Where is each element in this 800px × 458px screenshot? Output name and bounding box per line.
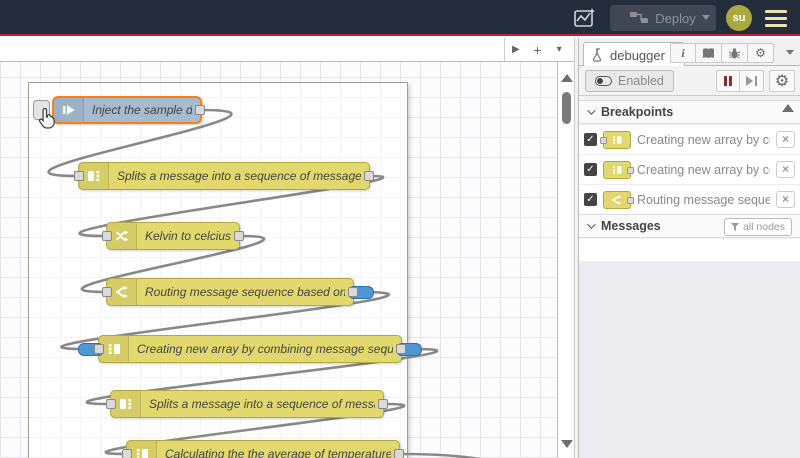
sidebar-menu-caret-icon[interactable] [786,50,794,55]
output-port [627,196,634,204]
node-split-1[interactable]: Splits a message into a sequence of mess… [74,162,374,190]
breakpoint-label: Creating new array by combinin [637,132,770,147]
breakpoint-row[interactable]: ✓ Creating new array by combinin × [579,125,800,155]
input-port [600,136,607,144]
switch-node-icon [603,190,634,209]
sidebar-background [579,261,800,458]
node-label: Splits a message into a sequence of mess… [117,169,361,183]
funnel-icon [730,223,739,231]
debugger-settings-icon[interactable]: ⚙ [769,70,795,92]
chevron-down-icon [587,106,596,115]
node-label: Creating new array by combining message … [137,342,393,356]
breakpoints-section-header[interactable]: Breakpoints [579,100,800,124]
node-label: Kelvin to celcius [145,229,231,243]
sidebar-tab-bar: debugger i ⚙ [579,38,800,67]
breakpoint-checkbox[interactable]: ✓ [584,163,597,176]
output-port[interactable] [195,105,205,115]
join-node-icon [600,130,631,149]
node-change[interactable]: Kelvin to celcius [102,222,244,250]
debugger-enabled-toggle[interactable]: Enabled [585,70,674,92]
debugger-toolbar: Enabled ⚙ [579,66,800,96]
flask-icon [592,48,602,62]
breakpoint-row[interactable]: ✓ Creating new array by combinin × [579,155,800,185]
deploy-nodes-icon [630,12,649,23]
remove-breakpoint-button[interactable]: × [776,131,795,148]
breakpoints-title: Breakpoints [601,105,674,119]
node-label: Calculating the the average of temperatu… [165,447,391,458]
info-icon[interactable]: i [670,43,696,63]
scrollbar-thumb[interactable] [562,92,571,124]
settings-gear-icon[interactable]: ⚙ [748,43,774,63]
messages-title: Messages [601,219,661,233]
breakpoint-checkbox[interactable]: ✓ [584,193,597,206]
node-inject[interactable]: Inject the sample data [52,96,205,124]
breakpoint-row[interactable]: ✓ Routing message sequence ba × [579,185,800,215]
output-port [627,166,634,174]
output-port[interactable] [378,399,388,409]
filter-label: all nodes [742,221,785,233]
deploy-caret-icon[interactable] [702,15,710,20]
deploy-button[interactable]: Deploy [610,5,716,31]
join-node-icon [603,160,634,179]
output-port[interactable] [394,449,404,458]
messages-list [579,239,800,261]
tab-scroll-icon[interactable]: ▶ [507,44,525,55]
flow-canvas[interactable]: Inject the sample data Splits a message … [0,62,558,458]
input-port[interactable] [102,231,112,241]
node-join-2[interactable]: Calculating the the average of temperatu… [122,440,404,458]
step-button[interactable] [740,70,764,92]
node-label: Inject the sample data [92,103,192,117]
header-bar: Deploy su [0,0,800,36]
output-port[interactable] [234,231,244,241]
input-port[interactable] [122,449,132,458]
scroll-down-icon[interactable] [561,440,573,448]
mouse-hand-cursor [36,106,60,137]
assistant-icon[interactable] [568,5,602,31]
deploy-label: Deploy [655,10,696,26]
toggle-icon [595,76,612,86]
breakpoint-label: Creating new array by combinin [637,162,770,177]
output-port[interactable] [364,171,374,181]
breakpoint-checkbox[interactable]: ✓ [584,133,597,146]
scroll-up-icon[interactable] [561,74,573,82]
node-switch[interactable]: Routing message sequence based on condit… [102,278,374,306]
node-join-1[interactable]: Creating new array by combining message … [78,335,422,363]
input-port[interactable] [74,171,84,181]
bug-icon[interactable] [722,43,748,63]
workspace-tab-bar: ▶ + ▾ [0,38,574,62]
remove-breakpoint-button[interactable]: × [776,191,795,208]
output-port[interactable] [348,287,358,297]
input-port[interactable] [106,399,116,409]
chevron-down-icon [587,220,596,229]
sidebar-scroll-up-icon[interactable] [782,104,794,112]
user-avatar[interactable]: su [726,5,752,31]
input-port[interactable] [102,287,112,297]
main-menu-icon[interactable] [762,5,790,31]
node-split-2[interactable]: Splits a message into a sequence of mess… [106,390,388,418]
messages-section-header[interactable]: Messages all nodes [579,214,800,238]
tab-label: debugger [610,47,665,63]
help-book-icon[interactable] [696,43,722,63]
add-flow-button[interactable]: + [528,42,546,58]
debug-sidebar: debugger i ⚙ Enabled ⚙ Breakpoints ✓ Cre… [578,38,800,458]
breakpoint-label: Routing message sequence ba [637,192,770,207]
canvas-scrollbar[interactable] [559,62,574,458]
enabled-label: Enabled [618,74,664,88]
pause-button[interactable] [716,70,740,92]
avatar-text: su [732,12,746,24]
flow-list-icon[interactable]: ▾ [550,44,568,55]
output-port[interactable] [396,344,406,354]
message-filter-button[interactable]: all nodes [723,218,792,236]
node-label: Routing message sequence based on condit… [145,285,345,299]
node-label: Splits a message into a sequence of mess… [149,397,375,411]
remove-breakpoint-button[interactable]: × [776,161,795,178]
input-port[interactable] [94,344,104,354]
